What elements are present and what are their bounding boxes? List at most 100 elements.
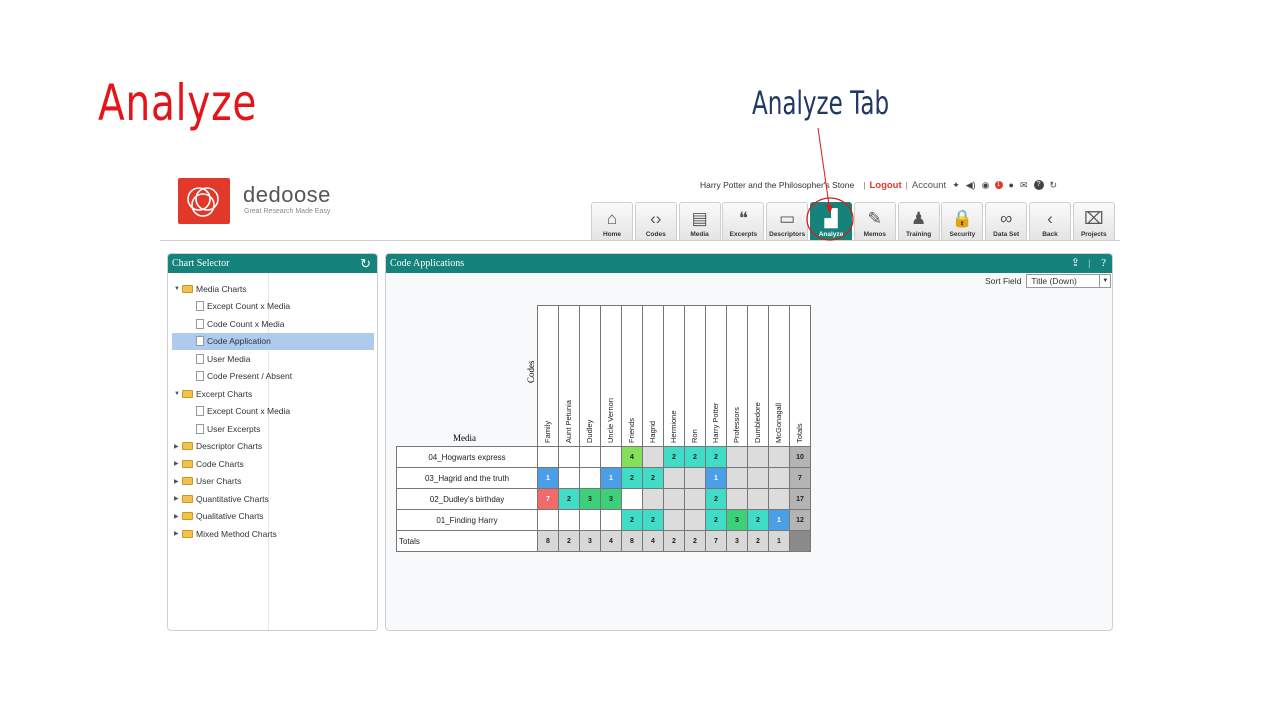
column-header: Aunt Petunia <box>558 305 580 447</box>
tab-descriptors[interactable]: ▭ Descriptors <box>766 202 809 240</box>
logo-name: dedoose <box>243 182 331 207</box>
toggle-icon[interactable]: ◉ <box>982 180 990 191</box>
logout-link[interactable]: Logout <box>869 180 901 191</box>
project-name: Harry Potter and the Philosopher's Stone <box>700 180 855 190</box>
help-icon[interactable]: ? <box>1033 180 1044 190</box>
document-icon <box>196 371 204 382</box>
tree-folder[interactable]: ▶ Mixed Method Charts <box>172 525 374 543</box>
heatmap-cell: 2 <box>705 488 727 510</box>
nav-divider <box>160 240 1120 241</box>
export-icon[interactable]: ⇪ <box>1071 254 1080 273</box>
speaker-icon[interactable]: ◀) <box>966 180 976 191</box>
row-header: 02_Dudley's birthday <box>396 488 538 510</box>
tree-folder[interactable]: ▶ Quantitative Charts <box>172 490 374 508</box>
column-total-cell: 8 <box>621 530 643 552</box>
mail-icon[interactable]: ✉ <box>1020 180 1028 191</box>
tree-folder[interactable]: ▶ User Charts <box>172 473 374 491</box>
account-link[interactable]: Account <box>912 180 946 191</box>
chart-tree: ▼ Media Charts Except Count x Media Code Co… <box>172 280 374 543</box>
column-header: Hermione <box>663 305 685 447</box>
tree-folder[interactable]: ▼ Media Charts <box>172 280 374 298</box>
totals-row-header: Totals <box>396 530 538 552</box>
tree-item[interactable]: Code Present / Absent <box>172 368 374 386</box>
heatmap-cell: 1 <box>537 467 559 489</box>
column-total-cell: 4 <box>642 530 664 552</box>
tab-excerpts[interactable]: ❝ Excerpts <box>722 202 765 240</box>
tab-codes[interactable]: ‹› Codes <box>634 202 677 240</box>
tree-folder[interactable]: ▶ Descriptor Charts <box>172 438 374 456</box>
row-header: 04_Hogwarts express <box>396 446 538 468</box>
tab-data-set[interactable]: ∞ Data Set <box>985 202 1028 240</box>
tree-folder[interactable]: ▶ Code Charts <box>172 455 374 473</box>
tree-item[interactable]: Except Count x Media <box>172 298 374 316</box>
expand-right-icon[interactable]: ▶ <box>174 478 182 485</box>
expand-right-icon[interactable]: ▶ <box>174 460 182 467</box>
tree-item[interactable]: User Excerpts <box>172 420 374 438</box>
tab-back[interactable]: ‹ Back <box>1028 202 1071 240</box>
document-icon <box>196 301 204 312</box>
sort-label: Sort Field <box>985 276 1022 286</box>
sort-select[interactable]: Title (Down) ▼ <box>1026 274 1112 288</box>
tree-item[interactable]: Code Count x Media <box>172 315 374 333</box>
tree-folder[interactable]: ▼ Excerpt Charts <box>172 385 374 403</box>
heatmap-cell <box>747 488 769 510</box>
code-applications-title: Code Applications <box>390 258 465 269</box>
heatmap-cell <box>579 446 601 468</box>
pin-icon[interactable]: ✦ <box>952 180 960 191</box>
tab-training[interactable]: ♟ Training <box>897 202 940 240</box>
tree-item[interactable]: Except Count x Media <box>172 403 374 421</box>
expand-down-icon[interactable]: ▼ <box>174 286 182 292</box>
column-total-cell: 7 <box>705 530 727 552</box>
tab-label: Back <box>1042 231 1058 238</box>
chevron-down-icon[interactable]: ▼ <box>1099 275 1110 287</box>
binoculars-icon: ∞ <box>1000 209 1013 228</box>
tree-label: Excerpt Charts <box>196 388 253 399</box>
column-header: Uncle Vernon <box>600 305 622 447</box>
users-icon[interactable]: ● <box>1009 180 1014 190</box>
tab-projects[interactable]: ⌧ Projects <box>1072 202 1115 240</box>
tab-label: Memos <box>863 231 886 238</box>
heatmap-cell: 1 <box>768 509 790 531</box>
refresh-icon[interactable]: ↻ <box>1050 180 1058 191</box>
tab-home[interactable]: ⌂ Home <box>591 202 633 240</box>
tree-label: Except Count x Media <box>207 406 291 417</box>
expand-right-icon[interactable]: ▶ <box>174 513 182 520</box>
notification-badge[interactable]: 1 <box>994 181 1003 189</box>
tree-label: User Excerpts <box>207 423 261 434</box>
column-total-cell: 2 <box>747 530 769 552</box>
help-icon[interactable]: ? <box>1101 254 1106 273</box>
tab-memos[interactable]: ✎ Memos <box>853 202 896 240</box>
tree-label: Descriptor Charts <box>196 441 263 452</box>
heatmap-cell <box>600 446 622 468</box>
refresh-icon[interactable]: ↻ <box>360 254 371 273</box>
expand-down-icon[interactable]: ▼ <box>174 391 182 397</box>
heatmap-cell <box>558 509 580 531</box>
tree-folder[interactable]: ▶ Qualitative Charts <box>172 508 374 526</box>
analyze-tab-callout: Analyze Tab <box>752 84 890 122</box>
folder-icon <box>182 494 193 503</box>
heatmap-cell: 1 <box>600 467 622 489</box>
quote-icon: ❝ <box>738 209 748 228</box>
expand-right-icon[interactable]: ▶ <box>174 530 182 537</box>
tree-label: Qualitative Charts <box>196 511 264 522</box>
tree-item[interactable]: User Media <box>172 350 374 368</box>
column-label: Harry Potter <box>711 402 720 443</box>
tab-security[interactable]: 🔒 Security <box>941 202 984 240</box>
column-header: Friends <box>621 305 643 447</box>
tab-label: Home <box>602 231 622 238</box>
tree-label: Code Charts <box>196 458 244 469</box>
logo-tagline: Great Research Made Easy <box>244 208 331 215</box>
expand-right-icon[interactable]: ▶ <box>174 443 182 450</box>
tab-label: Data Set <box>993 231 1020 238</box>
grand-total-cell <box>789 530 811 552</box>
row-total-cell: 7 <box>789 467 811 489</box>
tree-label: Code Count x Media <box>207 318 285 329</box>
column-label: Aunt Petunia <box>564 400 573 443</box>
heatmap-cell <box>537 446 559 468</box>
tab-media[interactable]: ▤ Media <box>678 202 721 240</box>
tab-analyze[interactable]: ▟ Analyze <box>809 202 852 240</box>
tab-label: Training <box>905 231 932 238</box>
column-label: Friends <box>627 417 636 443</box>
tree-item[interactable]: Code Application <box>172 332 374 350</box>
expand-right-icon[interactable]: ▶ <box>174 495 182 502</box>
